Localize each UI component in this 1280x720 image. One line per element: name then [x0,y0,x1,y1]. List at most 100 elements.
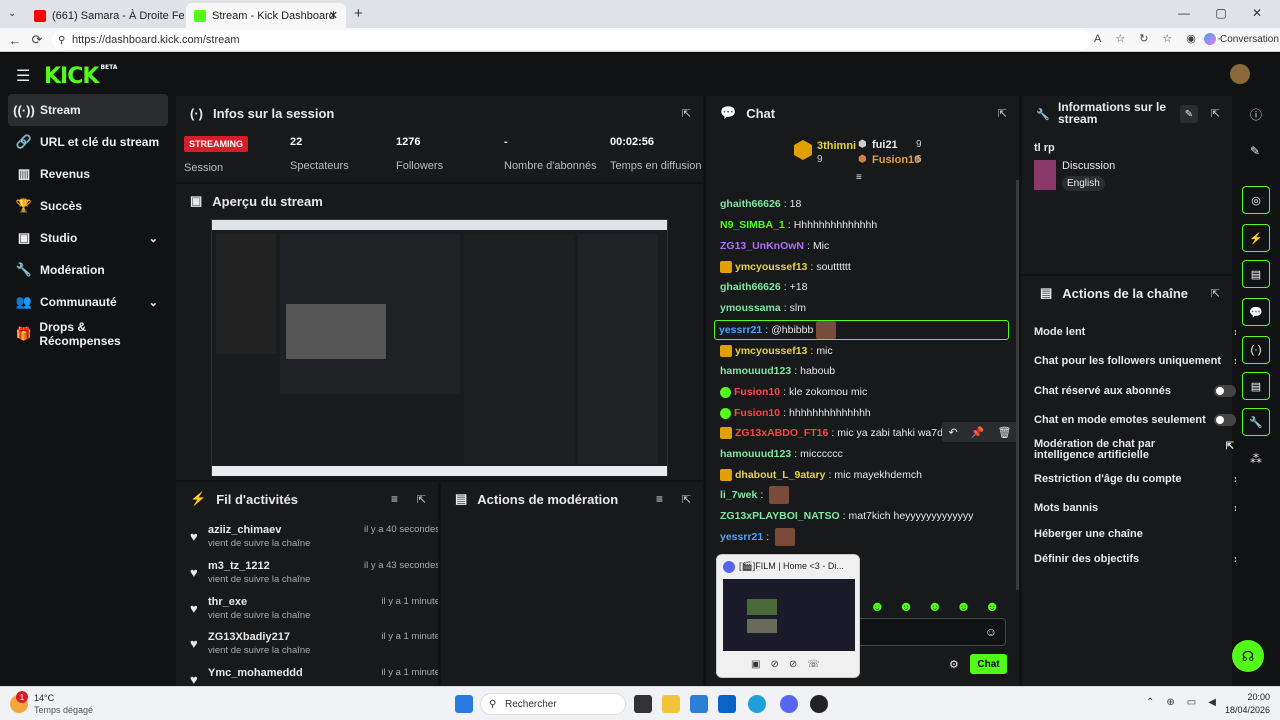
follower-name[interactable]: Ymc_mohameddd [208,667,303,679]
chat-username[interactable]: ymoussama [720,302,781,314]
copilot-button[interactable]: Conversation [1204,33,1279,45]
subscribers-only-toggle[interactable] [1214,385,1236,397]
settings-icon[interactable]: ⚙ [949,658,959,671]
rail-session-button[interactable]: (·) [1242,336,1270,364]
sidebar-item-drops[interactable]: 🎁 Drops & Récompenses [8,318,168,350]
close-tab-icon[interactable]: ✕ [329,9,338,22]
window-controls[interactable]: — ▢ ✕ [1178,6,1262,20]
hamburger-menu-icon[interactable]: ☰ [16,66,30,86]
sidebar-item-studio[interactable]: ▣ Studio ⌄ [8,222,168,254]
kick-logo[interactable]: KICK BETA [44,64,117,89]
chat-scrollbar[interactable] [1016,180,1019,590]
chat-username[interactable]: yessrr21 [720,531,763,543]
chat-username[interactable]: ZG13_UnKnOwN [720,240,804,252]
chat-username[interactable]: ymcyoussef13 [735,345,807,357]
tab-kick-dashboard[interactable]: Stream - Kick Dashboard ✕ [186,3,346,28]
sidebar-item-succes[interactable]: 🏆 Succès [8,190,168,222]
chat-username[interactable]: ghaith66626 [720,281,781,293]
outlook-icon[interactable] [718,695,736,713]
avatar[interactable] [1230,64,1250,84]
taskbar-search[interactable]: ⚲ Rechercher [480,693,626,715]
rail-preview-button[interactable]: ◎ [1242,186,1270,214]
rail-moderation-button[interactable]: ▤ [1242,260,1270,288]
popup-call-controls[interactable]: ▣⊘⊘☏ [751,659,830,670]
action-host-channel[interactable]: Héberger une chaîne [1034,528,1234,540]
action-banned-words[interactable]: Mots bannis› [1034,501,1238,515]
chat-username[interactable]: Fusion10 [734,407,780,419]
pin-icon[interactable]: 📌 [971,426,985,439]
leader-name[interactable]: 3thimni [817,140,856,152]
info-icon[interactable]: ⓘ [1250,106,1262,123]
delete-icon[interactable]: 🗑 [998,426,1012,439]
action-followers-only[interactable]: Chat pour les followers uniquement› [1034,354,1238,368]
edge-icon[interactable] [748,695,766,713]
emoji-icon[interactable]: ☺ [985,625,997,639]
popout-icon[interactable]: ⇱ [998,107,1007,120]
obs-icon[interactable] [810,695,828,713]
rail-activity-button[interactable]: ⚡ [1242,224,1270,252]
task-view-icon[interactable] [634,695,652,713]
emotes-only-toggle[interactable] [1214,414,1236,426]
store-icon[interactable] [690,695,708,713]
chat-username[interactable]: yessrr21 [719,324,762,336]
rail-info-button[interactable]: 🔧 [1242,408,1270,436]
sidebar-item-url-key[interactable]: 🔗 URL et clé du stream [8,126,168,158]
follower-name[interactable]: m3_tz_1212 [208,560,270,572]
chat-username[interactable]: dhabout_L_9atary [735,469,825,481]
popout-icon[interactable]: ⇱ [682,493,691,506]
chat-username[interactable]: hamouuud123 [720,448,791,460]
chat-username[interactable]: ZG13xPLAYBOI_NATSO [720,510,840,522]
support-button[interactable]: ☊ [1232,640,1264,672]
emote-bar[interactable]: ☻☻☻☻☻ [870,598,1014,614]
chat-username[interactable]: ghaith66626 [720,198,781,210]
leader-name[interactable]: fui21 [872,139,898,151]
rail-chat-button[interactable]: 💬 [1242,298,1270,326]
chat-username[interactable]: Fusion10 [734,386,780,398]
action-set-goals[interactable]: Définir des objectifs› [1034,552,1238,566]
collapse-icon[interactable]: ≡ [856,172,862,183]
edit-icon[interactable]: ✎ [1180,105,1198,123]
follower-name[interactable]: thr_exe [208,596,247,608]
refresh-icon[interactable]: ⟳ [28,31,46,49]
new-tab-button[interactable]: + [354,5,363,22]
sidebar-item-revenus[interactable]: ▥ Revenus [8,158,168,190]
site-info-icon[interactable]: ⚲ [58,35,65,46]
sidebar-item-moderation[interactable]: 🔧 Modération [8,254,168,286]
action-ai-moderation[interactable]: Modération de chat par intelligence arti… [1034,439,1234,461]
chat-username[interactable]: li_7wek [720,489,757,501]
apps-icon[interactable]: ⁂ [1250,452,1262,466]
follower-name[interactable]: aziiz_chimaev [208,524,281,536]
filter-icon[interactable]: ≡ [391,492,398,506]
follower-name[interactable]: ZG13Xbadiy217 [208,631,290,643]
popout-icon[interactable]: ⇱ [1211,287,1220,300]
windows-start-icon[interactable] [455,695,473,713]
filter-icon[interactable]: ≡ [656,492,663,506]
rail-actions-button[interactable]: ▤ [1242,372,1270,400]
chat-username[interactable]: ZG13xABDO_FT16 [735,427,828,439]
chat-username[interactable]: N9_SIMBA_1 [720,219,785,231]
pencil-icon[interactable]: ✎ [1250,144,1260,158]
category-name[interactable]: Discussion [1062,160,1115,172]
action-age-restriction[interactable]: Restriction d'âge du compte› [1034,472,1238,486]
action-slow-mode[interactable]: Mode lent› [1034,325,1238,339]
tab-youtube[interactable]: (661) Samara - À Droite Feat Jouja [26,3,184,28]
leader-name[interactable]: Fusion10 [872,154,920,166]
popout-icon[interactable]: ⇱ [682,107,691,120]
tab-menu-icon[interactable]: ⌄ [8,8,16,19]
file-explorer-icon[interactable] [662,695,680,713]
reply-icon[interactable]: ↶ [949,426,958,439]
chat-username[interactable]: ymcyoussef13 [735,261,807,273]
popout-icon[interactable]: ⇱ [1211,107,1220,120]
sidebar-item-communaute[interactable]: 👥 Communauté ⌄ [8,286,168,318]
bolt-icon: ⚡ [1249,232,1263,245]
clock-time: 20:00 [1247,692,1270,702]
discord-popup[interactable]: [🎬]FILM | Home <3 - Di... ▣⊘⊘☏ [716,554,860,678]
sidebar-item-stream[interactable]: ((·)) Stream [8,94,168,126]
stream-preview-video[interactable] [211,219,668,476]
chat-username[interactable]: hamouuud123 [720,365,791,377]
url-field[interactable]: ⚲ https://dashboard.kick.com/stream [52,30,1092,50]
discord-icon[interactable] [780,695,798,713]
send-chat-button[interactable]: Chat [970,654,1007,674]
back-icon[interactable]: ← [6,31,24,49]
popout-icon[interactable]: ⇱ [417,493,426,506]
